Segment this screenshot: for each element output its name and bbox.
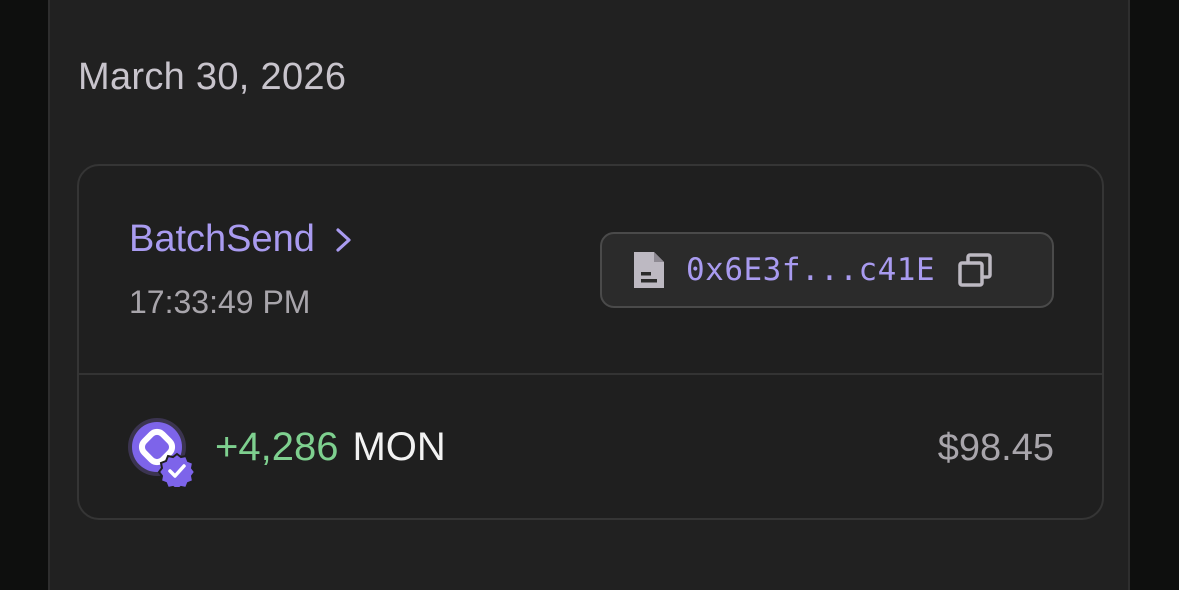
- token-amount: +4,286 MON: [215, 425, 446, 470]
- chevron-right-icon: [336, 227, 351, 252]
- amount-change: +4,286: [215, 425, 339, 469]
- transaction-amount-row: +4,286 MON $98.45: [79, 373, 1102, 518]
- fiat-value: $98.45: [937, 427, 1054, 469]
- contract-address: 0x6E3f...c41E: [686, 252, 936, 288]
- mon-token-icon: [128, 418, 197, 487]
- transaction-type-label: BatchSend: [129, 218, 315, 260]
- transaction-time: 17:33:49 PM: [129, 284, 311, 320]
- contract-address-chip[interactable]: 0x6E3f...c41E: [600, 232, 1054, 308]
- date-header: March 30, 2026: [78, 56, 347, 98]
- token-symbol: MON: [352, 425, 446, 469]
- transaction-header: BatchSend 17:33:49 PM 0x6E3f...c41E: [79, 166, 1102, 375]
- transaction-type-link[interactable]: BatchSend: [129, 218, 353, 261]
- transaction-card[interactable]: BatchSend 17:33:49 PM 0x6E3f...c41E +4,2…: [77, 164, 1104, 520]
- document-icon: [634, 252, 664, 288]
- activity-panel: March 30, 2026 BatchSend 17:33:49 PM 0x6…: [48, 0, 1130, 590]
- copy-icon[interactable]: [957, 252, 993, 288]
